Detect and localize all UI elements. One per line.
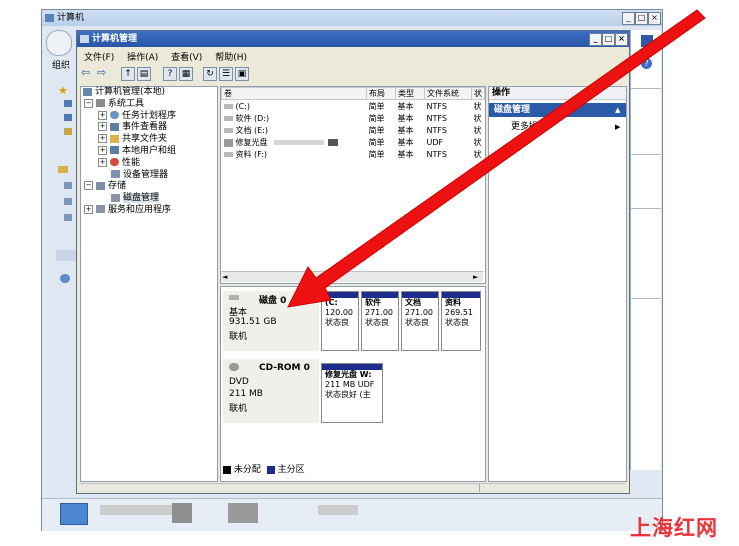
annotation-arrow: [287, 9, 706, 308]
red-arrow-shape: [287, 9, 706, 308]
watermark: 上海红网: [630, 516, 718, 540]
